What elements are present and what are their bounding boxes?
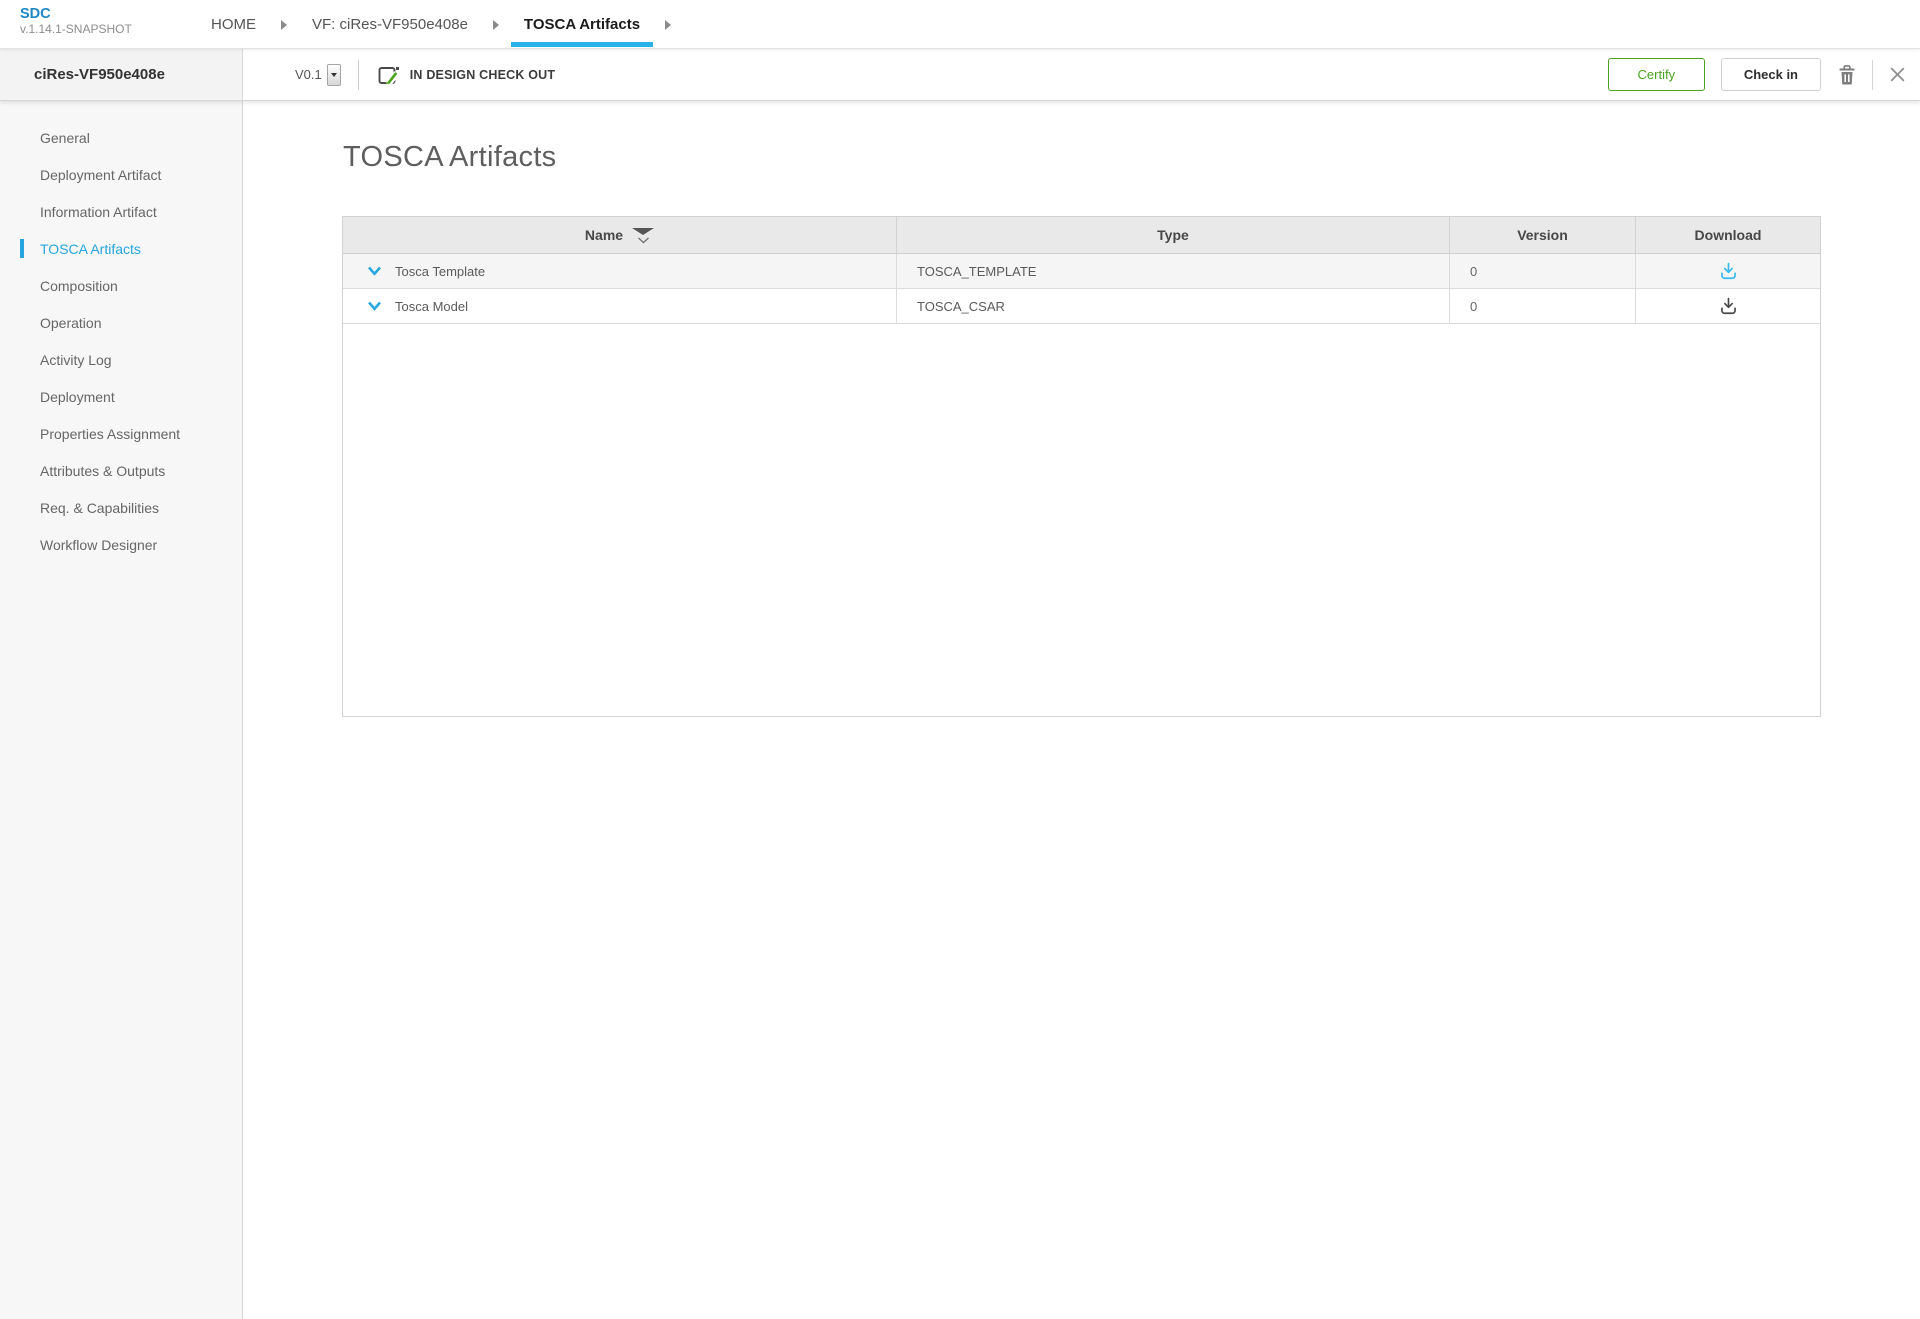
tab-label: HOME xyxy=(211,16,256,33)
tosca-artifacts-table: Name Type Version Download Tosca xyxy=(342,216,1821,717)
tab-tosca-artifacts[interactable]: TOSCA Artifacts xyxy=(511,0,653,49)
top-nav-bar: SDC v.1.14.1-SNAPSHOT HOME VF: ciRes-VF9… xyxy=(0,0,1920,49)
table-header-row: Name Type Version Download xyxy=(343,217,1820,254)
cell-version: 0 xyxy=(1450,254,1636,288)
check-in-button[interactable]: Check in xyxy=(1721,58,1821,91)
cell-download xyxy=(1636,289,1820,323)
delete-icon[interactable] xyxy=(1837,64,1857,86)
version-label: V0.1 xyxy=(295,67,322,82)
chevron-down-icon xyxy=(637,237,650,244)
main-content: TOSCA Artifacts Name Type Version Downlo… xyxy=(243,101,1920,1319)
tab-home[interactable]: HOME xyxy=(198,0,269,49)
component-title: ciRes-VF950e408e xyxy=(0,49,243,100)
breadcrumb-arrow-icon xyxy=(493,20,499,30)
cell-download xyxy=(1636,254,1820,288)
table-row[interactable]: Tosca Model TOSCA_CSAR 0 xyxy=(343,289,1820,324)
cell-version: 0 xyxy=(1450,289,1636,323)
sidebar-item-composition[interactable]: Composition xyxy=(0,267,242,304)
toolbar: V0.1 IN DESIGN CHECK OUT Certify Check i… xyxy=(243,49,1920,100)
cell-type: TOSCA_TEMPLATE xyxy=(897,254,1450,288)
sidebar-item-workflow-designer[interactable]: Workflow Designer xyxy=(0,526,242,563)
download-icon[interactable] xyxy=(1718,261,1739,281)
breadcrumb-arrow-icon xyxy=(665,20,671,30)
checkout-edit-icon xyxy=(376,63,400,87)
tab-vf-cires[interactable]: VF: ciRes-VF950e408e xyxy=(299,0,481,49)
toolbar-divider xyxy=(1872,60,1873,90)
breadcrumb-arrow-icon xyxy=(281,20,287,30)
cell-type: TOSCA_CSAR xyxy=(897,289,1450,323)
chevron-down-icon xyxy=(331,73,337,77)
sidebar-item-deployment-artifact[interactable]: Deployment Artifact xyxy=(0,156,242,193)
workspace-header: ciRes-VF950e408e V0.1 IN DESIGN CHECK OU… xyxy=(0,49,1920,101)
column-header-type[interactable]: Type xyxy=(897,217,1450,253)
logo-version: v.1.14.1-SNAPSHOT xyxy=(20,23,132,37)
cell-name: Tosca Template xyxy=(343,254,897,288)
sort-icon[interactable] xyxy=(632,228,654,244)
tab-label: TOSCA Artifacts xyxy=(524,16,640,33)
toolbar-divider xyxy=(358,60,359,90)
close-icon[interactable] xyxy=(1889,66,1906,83)
sidebar-item-tosca-artifacts[interactable]: TOSCA Artifacts xyxy=(0,230,242,267)
column-header-download[interactable]: Download xyxy=(1636,217,1820,253)
sort-triangle-icon xyxy=(632,228,654,235)
sidebar-item-properties-assignment[interactable]: Properties Assignment xyxy=(0,415,242,452)
toolbar-actions: Certify Check in xyxy=(1608,58,1906,91)
page-title: TOSCA Artifacts xyxy=(343,141,556,174)
sidebar-item-operation[interactable]: Operation xyxy=(0,304,242,341)
sidebar-item-information-artifact[interactable]: Information Artifact xyxy=(0,193,242,230)
version-selector[interactable] xyxy=(327,64,341,86)
column-header-version[interactable]: Version xyxy=(1450,217,1636,253)
sidebar: General Deployment Artifact Information … xyxy=(0,101,243,1319)
sidebar-item-attributes-outputs[interactable]: Attributes & Outputs xyxy=(0,452,242,489)
download-icon[interactable] xyxy=(1718,296,1739,316)
tab-label: VF: ciRes-VF950e408e xyxy=(312,16,468,33)
sidebar-item-deployment[interactable]: Deployment xyxy=(0,378,242,415)
lifecycle-status: IN DESIGN CHECK OUT xyxy=(410,68,555,82)
column-header-name[interactable]: Name xyxy=(343,217,897,253)
sidebar-item-general[interactable]: General xyxy=(0,119,242,156)
sidebar-item-req-capabilities[interactable]: Req. & Capabilities xyxy=(0,489,242,526)
expand-chevron-icon[interactable] xyxy=(367,301,382,311)
table-row[interactable]: Tosca Template TOSCA_TEMPLATE 0 xyxy=(343,254,1820,289)
cell-name: Tosca Model xyxy=(343,289,897,323)
sdc-logo[interactable]: SDC v.1.14.1-SNAPSHOT xyxy=(20,6,132,36)
certify-button[interactable]: Certify xyxy=(1608,58,1705,91)
expand-chevron-icon[interactable] xyxy=(367,266,382,276)
breadcrumb: HOME VF: ciRes-VF950e408e TOSCA Artifact… xyxy=(198,0,683,49)
sidebar-item-activity-log[interactable]: Activity Log xyxy=(0,341,242,378)
logo-title: SDC xyxy=(20,6,132,23)
